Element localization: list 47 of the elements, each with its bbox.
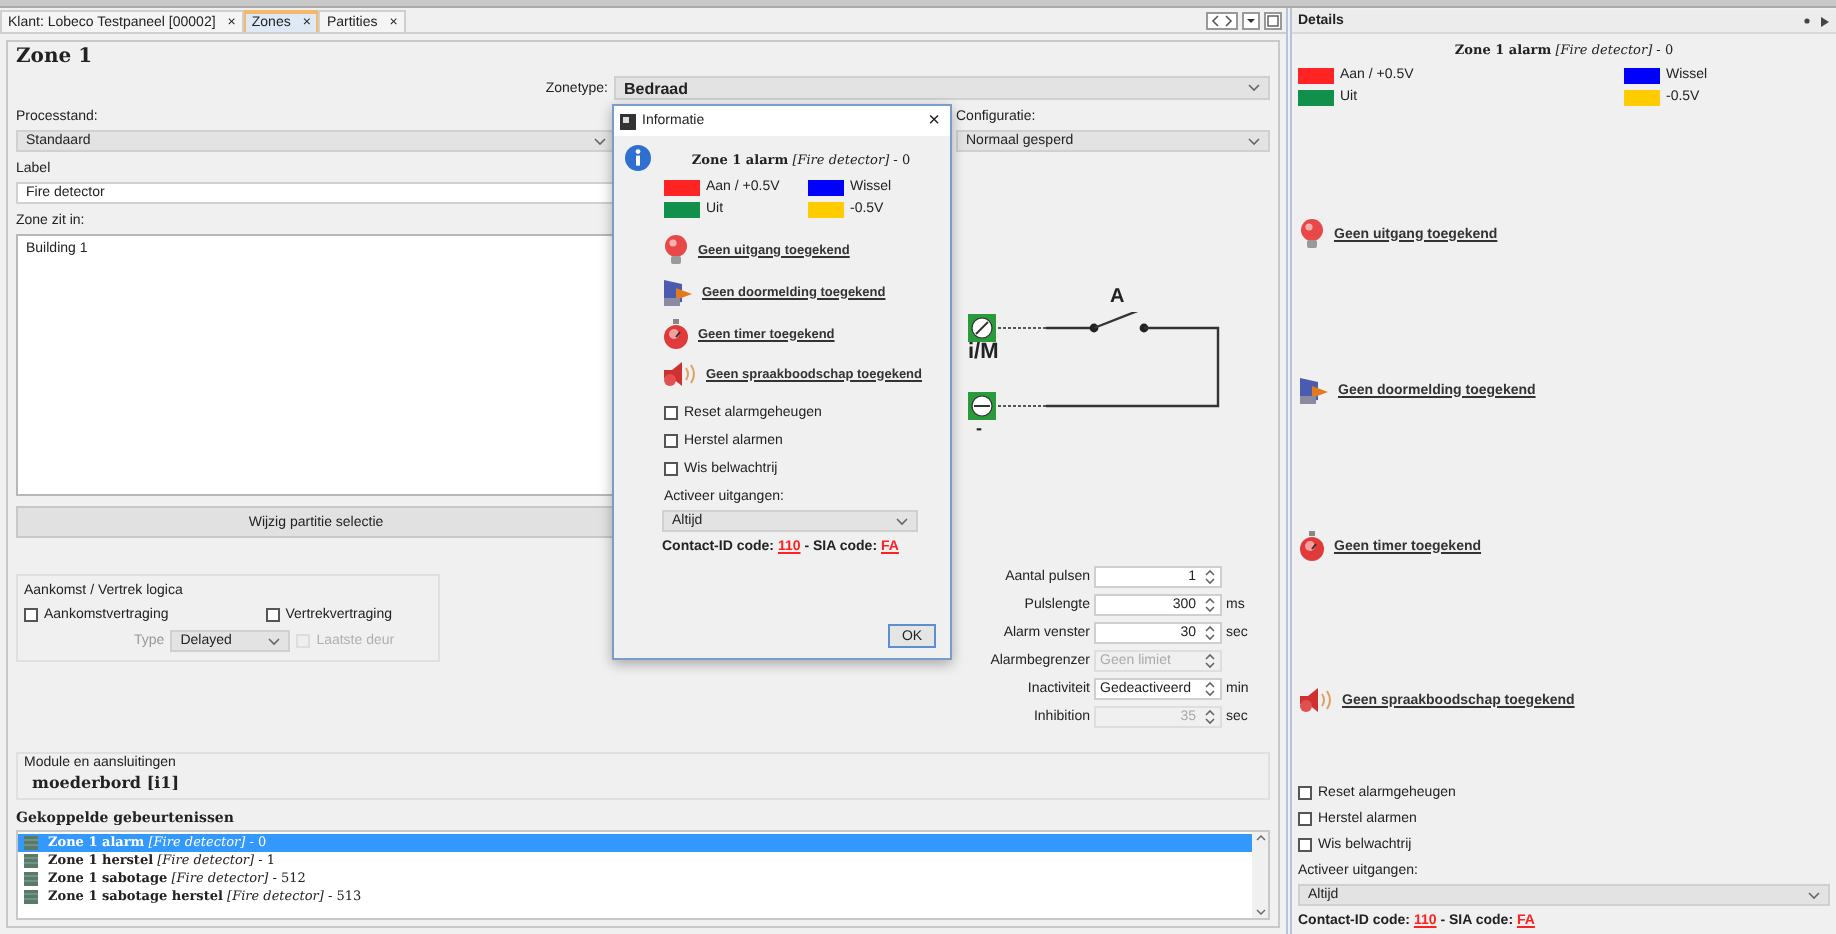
caret-icon (1248, 84, 1260, 92)
checkbox[interactable] (664, 462, 678, 476)
spinner-icon[interactable] (1204, 596, 1216, 614)
flag-icon (1298, 374, 1330, 406)
caret-icon (1808, 891, 1820, 899)
terminal-label: i/M (968, 342, 999, 364)
event-icon (24, 872, 38, 886)
close-button[interactable]: × (928, 112, 944, 130)
restore-icon[interactable] (1264, 12, 1282, 30)
checkbox[interactable] (265, 608, 280, 622)
checkbox[interactable] (1298, 838, 1312, 852)
spinner-icon[interactable] (1204, 624, 1216, 642)
speaker-icon (662, 360, 698, 388)
terminal-icon (968, 314, 996, 342)
terminal-label: - (976, 420, 982, 438)
caret-icon (896, 517, 908, 525)
event-icon (24, 854, 38, 868)
bulb-icon (1298, 218, 1326, 250)
spinner-icon[interactable] (1204, 680, 1216, 698)
checkbox[interactable] (664, 406, 678, 420)
speaker-icon (1298, 686, 1334, 714)
checkbox[interactable] (1298, 786, 1312, 800)
terminal-icon (968, 392, 996, 420)
event-icon (24, 836, 38, 850)
scroll-down-icon[interactable] (1255, 908, 1265, 916)
caret-icon (1248, 137, 1260, 145)
flag-icon (662, 276, 694, 308)
zone-title: Zone 1 (16, 46, 95, 70)
stopwatch-icon (662, 318, 690, 350)
spinner-icon[interactable] (1204, 568, 1216, 586)
event-icon (24, 890, 38, 904)
dropdown[interactable]: Bedraad (614, 76, 1270, 100)
checkbox[interactable] (24, 608, 38, 622)
tab-list-icon[interactable] (1242, 12, 1260, 30)
caret-icon (594, 137, 606, 145)
module-value: moederbord [i1] (30, 772, 181, 792)
checkbox[interactable] (1298, 812, 1312, 826)
scrollbar[interactable] (1252, 832, 1268, 918)
bulb-icon (662, 234, 690, 266)
tab-scroll-icon[interactable] (1206, 12, 1238, 30)
caret-icon (268, 637, 281, 645)
stopwatch-icon (1298, 530, 1326, 562)
info-icon (624, 144, 652, 172)
switch-label: A (1110, 288, 1125, 308)
checkbox[interactable] (664, 434, 678, 448)
app-icon (620, 113, 636, 129)
scroll-up-icon[interactable] (1255, 834, 1265, 842)
